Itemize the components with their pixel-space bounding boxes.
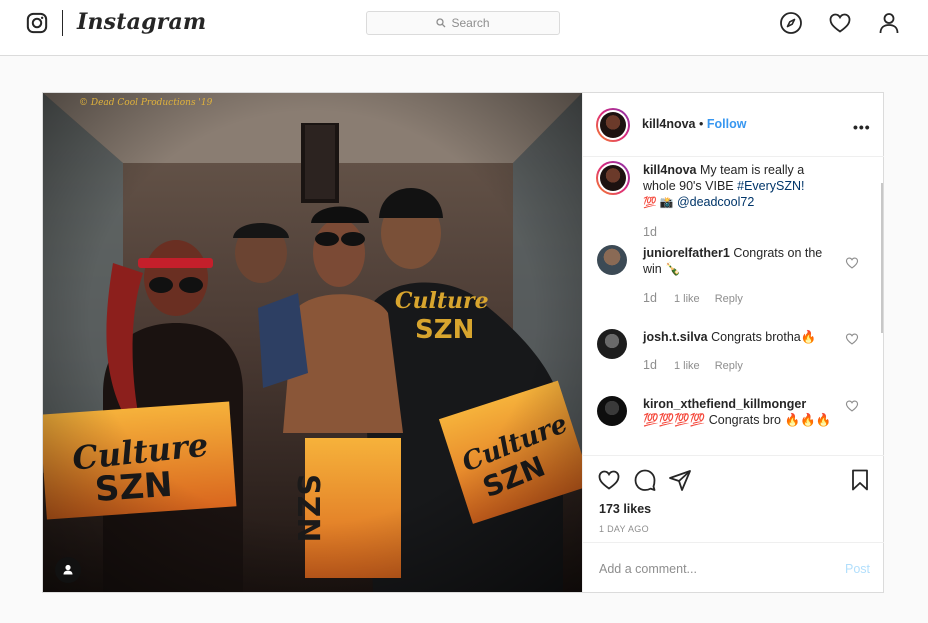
reply-button[interactable]: Reply	[715, 293, 743, 305]
caption-item: kill4nova My team is really a whole 90's…	[596, 161, 867, 242]
search-placeholder: Search	[451, 16, 490, 30]
search-icon	[436, 18, 446, 28]
comment-meta: 1d 1 like Reply	[643, 291, 743, 305]
comments-list[interactable]: kill4nova My team is really a whole 90's…	[583, 157, 880, 455]
add-comment-box: Add a comment... Post	[583, 542, 884, 594]
post-side-panel: kill4nova • Follow ••• kill4nova My team…	[582, 93, 884, 593]
like-comment-heart-icon[interactable]	[845, 256, 859, 270]
save-bookmark-icon[interactable]	[848, 468, 872, 492]
commenter-avatar[interactable]	[597, 245, 627, 275]
comment-bubble-icon[interactable]	[633, 468, 657, 492]
like-comment-heart-icon[interactable]	[845, 399, 859, 413]
follow-button[interactable]: Follow	[707, 117, 747, 131]
activity-heart-icon[interactable]	[828, 11, 852, 35]
comments-scrollbar[interactable]	[881, 183, 883, 333]
comment-text: kiron_xthefiend_killmonger 💯💯💯💯 Congrats…	[643, 397, 832, 427]
commenter-avatar[interactable]	[597, 396, 627, 426]
post-author-username[interactable]: kill4nova	[642, 117, 696, 131]
caption-hashtag[interactable]: #EverySZN!	[737, 179, 804, 193]
comment-item: juniorelfather1 Congrats on the win 🍾 1d…	[597, 245, 867, 315]
comment-likes[interactable]: 1 like	[674, 360, 700, 372]
more-options-button[interactable]: •••	[853, 119, 871, 135]
reply-button[interactable]: Reply	[715, 360, 743, 372]
comment-item: kiron_xthefiend_killmonger 💯💯💯💯 Congrats…	[597, 396, 867, 455]
nav-divider	[62, 10, 63, 36]
instagram-glyph-icon[interactable]	[26, 12, 48, 34]
like-heart-icon[interactable]	[597, 468, 621, 492]
likes-count[interactable]: 173 likes	[599, 502, 651, 516]
tagged-users-button[interactable]	[55, 557, 81, 583]
person-tag-icon	[63, 564, 73, 575]
comment-input[interactable]: Add a comment...	[599, 562, 697, 576]
caption-username[interactable]: kill4nova	[643, 163, 697, 177]
author-avatar[interactable]	[596, 108, 630, 142]
caption-mention[interactable]: @deadcool72	[677, 195, 754, 209]
post-card: Culture SZN Culture SZN SZN Culture SZN …	[42, 92, 884, 593]
comment-item: josh.t.silva Congrats brotha🔥 1d 1 like …	[597, 329, 867, 389]
commenter-avatar[interactable]	[597, 329, 627, 359]
comment-text: juniorelfather1 Congrats on the win 🍾	[643, 246, 823, 276]
profile-person-icon[interactable]	[877, 11, 901, 35]
like-comment-heart-icon[interactable]	[845, 332, 859, 346]
comment-text: josh.t.silva Congrats brotha🔥	[643, 330, 817, 344]
photo-watermark: © Dead Cool Productions '19	[79, 98, 213, 108]
post-author-line: kill4nova • Follow	[642, 117, 746, 131]
post-timestamp[interactable]: 1 DAY AGO	[599, 524, 649, 534]
header-separator: •	[698, 117, 704, 131]
post-comment-button[interactable]: Post	[845, 562, 870, 576]
share-paper-plane-icon[interactable]	[668, 468, 692, 492]
instagram-wordmark[interactable]: Instagram	[77, 9, 206, 35]
top-navigation-bar: Instagram Search	[0, 0, 928, 56]
post-photo[interactable]: Culture SZN Culture SZN SZN Culture SZN …	[43, 93, 582, 592]
caption-text: kill4nova My team is really a whole 90's…	[643, 163, 805, 209]
comment-meta: 1d 1 like Reply	[643, 358, 743, 372]
comment-likes[interactable]: 1 like	[674, 293, 700, 305]
search-input[interactable]: Search	[366, 11, 560, 35]
post-header: kill4nova • Follow •••	[583, 93, 884, 157]
explore-compass-icon[interactable]	[779, 11, 803, 35]
post-photo-illustration: Culture SZN Culture SZN SZN Culture SZN …	[43, 93, 582, 592]
caption-meta: 1d	[643, 225, 657, 239]
post-actions: 173 likes 1 DAY AGO Add a comment... Pos…	[583, 455, 884, 593]
caption-avatar[interactable]	[596, 161, 630, 195]
